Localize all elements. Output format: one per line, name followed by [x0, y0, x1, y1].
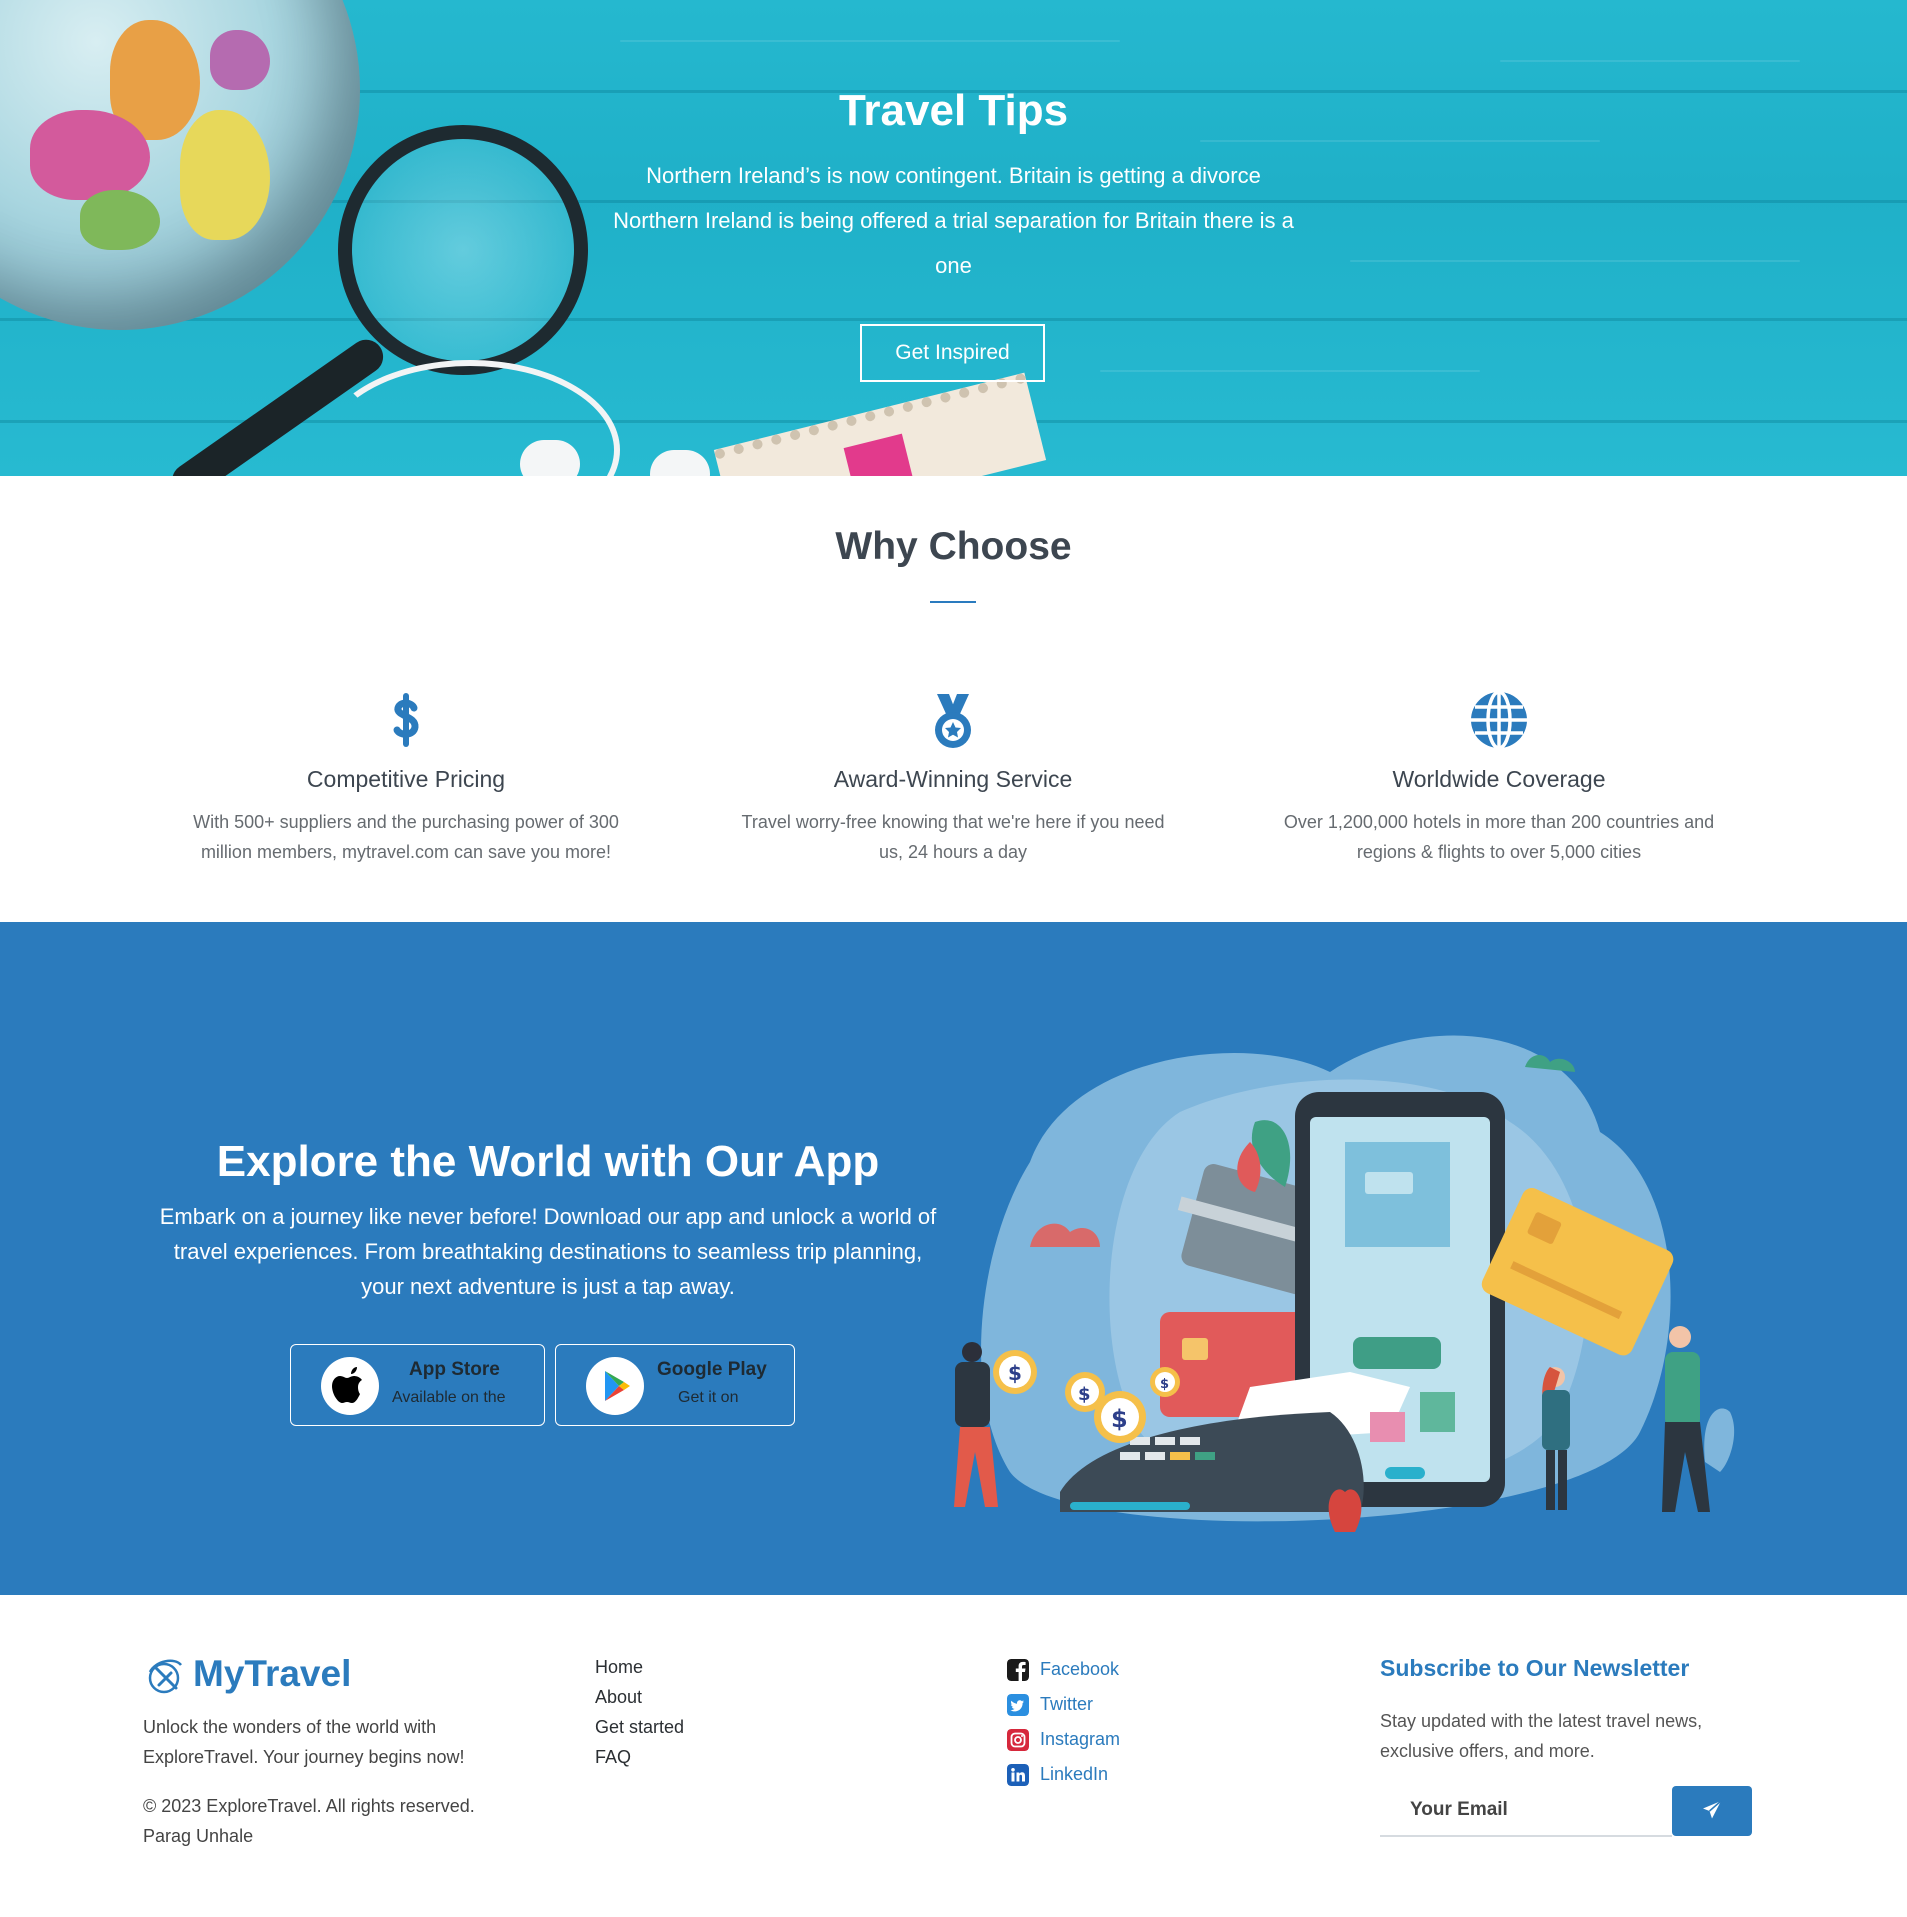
footer-link-about[interactable]: About [595, 1687, 642, 1708]
footer-link-home[interactable]: Home [595, 1657, 643, 1678]
hero-subtitle-line: one [935, 253, 972, 278]
footer-tagline: Unlock the wonders of the world with Exp… [143, 1712, 465, 1772]
app-description: Embark on a journey like never before! D… [148, 1199, 948, 1304]
app-store-label: App Store [409, 1359, 500, 1380]
get-inspired-button[interactable]: Get Inspired [860, 324, 1045, 382]
copyright-text: © 2023 ExploreTravel. All rights reserve… [143, 1796, 475, 1816]
newsletter-text-line: exclusive offers, and more. [1380, 1741, 1595, 1761]
app-store-sublabel: Available on the [392, 1389, 506, 1406]
feature-text-line: With 500+ suppliers and the purchasing p… [193, 812, 619, 832]
google-play-icon [586, 1357, 644, 1415]
app-description-line: your next adventure is just a tap away. [361, 1274, 735, 1299]
newsletter-subscribe-button[interactable] [1672, 1786, 1752, 1836]
svg-text:$: $ [1078, 1384, 1091, 1405]
facebook-icon [1007, 1659, 1029, 1681]
newsletter-email-input[interactable] [1380, 1785, 1672, 1837]
google-play-label: Google Play [657, 1359, 767, 1380]
footer-tagline-line: ExploreTravel. Your journey begins now! [143, 1747, 465, 1767]
social-label: Instagram [1040, 1729, 1121, 1749]
social-label: Twitter [1040, 1694, 1094, 1714]
newsletter-text-line: Stay updated with the latest travel news… [1380, 1711, 1703, 1731]
feature-competitive-pricing: Competitive Pricing With 500+ suppliers … [156, 690, 656, 867]
apple-icon [321, 1357, 379, 1415]
app-title: Explore the World with Our App [216, 1137, 880, 1186]
feature-text-line: regions & flights to over 5,000 cities [1356, 842, 1642, 862]
feature-text-line: million members, mytravel.com can save y… [200, 842, 612, 862]
newsletter-title: Subscribe to Our Newsletter [1380, 1655, 1690, 1681]
feature-award-winning-service: Award-Winning Service Travel worry-free … [703, 690, 1203, 867]
social-label: Facebook [1040, 1659, 1120, 1679]
feature-text-line: Travel worry-free knowing that we're her… [741, 812, 1165, 832]
footer-link-get-started[interactable]: Get started [595, 1717, 684, 1738]
feature-text: Over 1,200,000 hotels in more than 200 c… [1249, 807, 1749, 867]
google-play-sublabel: Get it on [678, 1389, 739, 1406]
social-label: LinkedIn [1040, 1764, 1109, 1784]
app-description-line: travel experiences. From breathtaking de… [173, 1239, 923, 1264]
feature-worldwide-coverage: Worldwide Coverage Over 1,200,000 hotels… [1249, 690, 1749, 867]
newsletter-text: Stay updated with the latest travel news… [1380, 1706, 1780, 1766]
footer-link-faq[interactable]: FAQ [595, 1747, 631, 1768]
feature-title: Worldwide Coverage [1392, 766, 1606, 792]
linkedin-icon [1007, 1764, 1029, 1786]
hero-subtitle-line: Northern Ireland is being offered a tria… [613, 208, 1294, 233]
footer-tagline-line: Unlock the wonders of the world with [143, 1717, 437, 1737]
site-footer: MyTravel Unlock the wonders of the world… [0, 1595, 1907, 1917]
title-underline [930, 601, 976, 603]
svg-text:$: $ [1111, 1405, 1128, 1433]
instagram-icon [1007, 1729, 1029, 1751]
svg-text:$: $ [1160, 1377, 1169, 1392]
app-store-button[interactable]: App Store Available on the [290, 1344, 545, 1426]
google-play-button[interactable]: Google Play Get it on [555, 1344, 795, 1426]
twitter-icon [1007, 1694, 1029, 1716]
feature-text: Travel worry-free knowing that we're her… [703, 807, 1203, 867]
plane-globe-icon [148, 1659, 182, 1694]
author-name: Parag Unhale [143, 1826, 254, 1846]
hero-subtitle-line: Northern Ireland’s is now contingent. Br… [646, 163, 1261, 188]
paper-plane-icon [1703, 1799, 1722, 1818]
feature-text-line: us, 24 hours a day [878, 842, 1028, 862]
svg-text:$: $ [1008, 1361, 1022, 1385]
globe-icon [1471, 690, 1527, 750]
dollar-icon [393, 693, 419, 747]
feature-text: With 500+ suppliers and the purchasing p… [156, 807, 656, 867]
hero-content: Travel Tips Northern Ireland’s is now co… [0, 0, 1907, 476]
feature-title: Competitive Pricing [306, 766, 506, 792]
why-choose-title: Why Choose [835, 525, 1072, 568]
hero-section: Travel Tips Northern Ireland’s is now co… [0, 0, 1907, 476]
app-section: Explore the World with Our App Embark on… [0, 922, 1907, 1595]
app-description-line: Embark on a journey like never before! D… [159, 1204, 937, 1229]
feature-text-line: Over 1,200,000 hotels in more than 200 c… [1283, 812, 1715, 832]
medal-icon [935, 694, 971, 748]
feature-title: Award-Winning Service [833, 766, 1073, 792]
footer-brand: MyTravel [193, 1653, 352, 1694]
mobile-payment-illustration: $ $ $ $ [954, 1035, 1735, 1532]
hero-title: Travel Tips [838, 86, 1069, 135]
footer-copyright: © 2023 ExploreTravel. All rights reserve… [143, 1791, 475, 1851]
